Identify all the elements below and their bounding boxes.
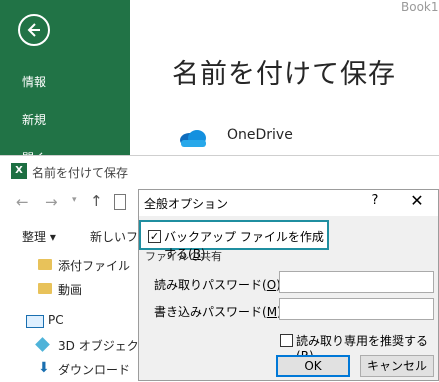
- ok-button[interactable]: OK: [276, 355, 350, 377]
- menu-item-info[interactable]: 情報: [22, 73, 46, 90]
- file-sharing-group-label: ファイルの共有: [145, 250, 222, 263]
- readonly-recommended-checkbox[interactable]: [280, 334, 293, 347]
- page-title: 名前を付けて保存: [172, 59, 396, 90]
- back-arrow-icon[interactable]: ←: [16, 193, 29, 211]
- pc-icon: [26, 315, 44, 328]
- read-password-input[interactable]: [279, 271, 434, 293]
- options-titlebar: 全般オプション ? ✕: [139, 190, 438, 216]
- backup-option-highlight: ✓ バックアップ ファイルを作成する(B): [139, 220, 329, 261]
- backup-checkbox[interactable]: ✓: [148, 230, 161, 243]
- document-icon: [114, 194, 126, 210]
- forward-arrow-icon[interactable]: →: [45, 193, 58, 211]
- help-button[interactable]: ?: [367, 193, 383, 208]
- read-password-label: 読み取りパスワード(O):: [154, 278, 285, 292]
- write-password-input[interactable]: [279, 298, 434, 320]
- dialog-title: 名前を付けて保存: [32, 166, 129, 180]
- back-button[interactable]: [18, 14, 50, 46]
- cloud-icon: [178, 128, 208, 152]
- tree-item-videos[interactable]: 動画: [58, 281, 82, 298]
- tree-item-downloads[interactable]: ダウンロード: [58, 361, 130, 378]
- tree-item-attachments[interactable]: 添付ファイル: [58, 257, 130, 274]
- 3d-objects-icon: [35, 337, 50, 352]
- download-icon: ⬇: [38, 360, 50, 376]
- menu-item-new[interactable]: 新規: [22, 111, 46, 128]
- chevron-down-icon[interactable]: ▾: [72, 195, 77, 205]
- dialog-titlebar: X 名前を付けて保存: [0, 156, 439, 186]
- cancel-button[interactable]: キャンセル: [360, 355, 434, 377]
- arrow-left-icon: [27, 23, 40, 37]
- tree-item-pc[interactable]: PC: [48, 313, 64, 327]
- folder-icon: [38, 283, 52, 294]
- tree-item-3d-objects[interactable]: 3D オブジェクト: [58, 337, 151, 354]
- write-password-label: 書き込みパスワード(M):: [154, 305, 286, 319]
- general-options-dialog: 全般オプション ? ✕ ✓ バックアップ ファイルを作成する(B) ファイルの共…: [138, 189, 439, 381]
- folder-icon: [38, 259, 52, 270]
- up-arrow-icon[interactable]: ↑: [90, 192, 103, 210]
- options-title: 全般オプション: [144, 197, 229, 211]
- organize-button[interactable]: 整理 ▾: [22, 228, 56, 245]
- workbook-title: Book1: [401, 0, 439, 14]
- close-button[interactable]: ✕: [409, 191, 425, 210]
- excel-icon: X: [11, 163, 27, 179]
- location-onedrive[interactable]: OneDrive: [227, 127, 293, 143]
